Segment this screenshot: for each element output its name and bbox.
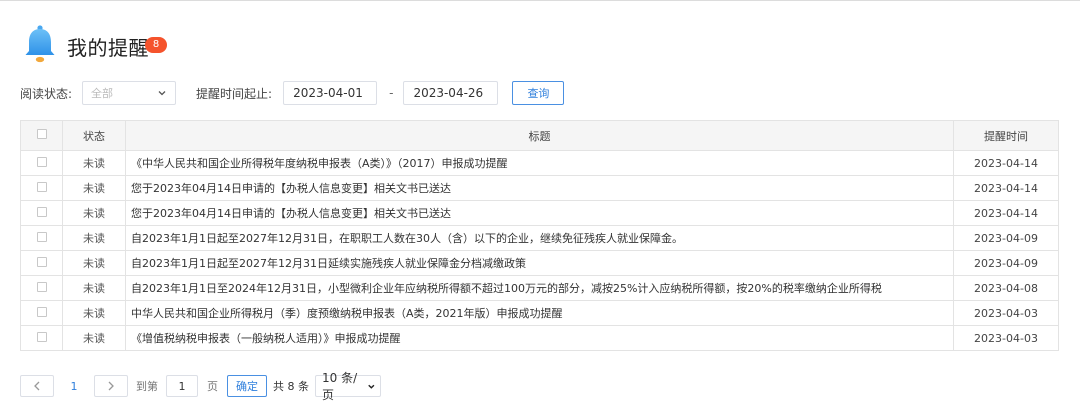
date-to-input[interactable]: 2023-04-26 [403,81,499,105]
total-count: 共 8 条 [273,380,309,393]
row-status: 未读 [62,250,126,276]
read-status-select[interactable]: 全部 [82,81,177,105]
row-title-link[interactable]: 自2023年1月1日至2024年12月31日，小型微利企业年应纳税所得额不超过1… [125,275,954,301]
row-checkbox-cell [20,175,63,201]
table-row: 未读 自2023年1月1日起至2027年12月31日，在职职工人数在30人（含）… [20,225,1059,251]
row-title-link[interactable]: 中华人民共和国企业所得税月（季）度预缴纳税申报表（A类，2021年版）申报成功提… [125,300,954,326]
top-divider [0,0,1080,1]
goto-label: 到第 [136,380,158,393]
row-time: 2023-04-14 [953,175,1059,201]
row-checkbox-cell [20,200,63,226]
row-time: 2023-04-09 [953,250,1059,276]
title-wrap: 我的提醒 8 [67,28,167,60]
table-row: 未读 您于2023年04月14日申请的【办税人信息变更】相关文书已送达 2023… [20,175,1059,201]
table-row: 未读 您于2023年04月14日申请的【办税人信息变更】相关文书已送达 2023… [20,200,1059,226]
row-title-link[interactable]: 自2023年1月1日起至2027年12月31日，在职职工人数在30人（含）以下的… [125,225,954,251]
filter-bar: 阅读状态: 全部 提醒时间起止: 2023-04-01 - 2023-04-26… [20,80,565,106]
row-title-link[interactable]: 您于2023年04月14日申请的【办税人信息变更】相关文书已送达 [125,200,954,226]
row-time: 2023-04-03 [953,325,1059,351]
read-status-value: 全部 [91,87,114,100]
date-range-label: 提醒时间起止: [196,86,273,101]
chevron-down-icon [158,91,166,96]
row-status: 未读 [62,175,126,201]
row-status: 未读 [62,200,126,226]
table-row: 未读 《增值税纳税申报表（一般纳税人适用）》申报成功提醒 2023-04-03 [20,325,1059,351]
current-page[interactable]: 1 [54,380,94,393]
header-checkbox-cell [20,120,63,151]
chevron-right-icon [108,381,114,391]
row-checkbox-cell [20,250,63,276]
column-header-status: 状态 [62,120,126,151]
row-checkbox-cell [20,325,63,351]
row-time: 2023-04-08 [953,275,1059,301]
row-checkbox[interactable] [36,282,47,292]
row-checkbox[interactable] [36,207,47,217]
bell-icon [25,25,55,63]
row-title-link[interactable]: 《增值税纳税申报表（一般纳税人适用）》申报成功提醒 [125,325,954,351]
row-checkbox-cell [20,150,63,176]
chevron-down-icon [368,384,375,389]
row-checkbox[interactable] [36,232,47,242]
table-row: 未读 中华人民共和国企业所得税月（季）度预缴纳税申报表（A类，2021年版）申报… [20,300,1059,326]
page-size-select[interactable]: 10 条/页 [315,371,381,402]
row-title-link[interactable]: 《中华人民共和国企业所得税年度纳税申报表（A类）》（2017）申报成功提醒 [125,150,954,176]
date-from-input[interactable]: 2023-04-01 [283,81,378,105]
row-title-link[interactable]: 自2023年1月1日起至2027年12月31日延续实施残疾人就业保障金分档减缴政… [125,250,954,276]
row-checkbox[interactable] [36,307,47,317]
unread-count-badge: 8 [145,37,167,53]
chevron-left-icon [34,381,40,391]
row-status: 未读 [62,275,126,301]
row-time: 2023-04-14 [953,200,1059,226]
next-page-button[interactable] [94,375,128,397]
row-time: 2023-04-14 [953,150,1059,176]
row-time: 2023-04-03 [953,300,1059,326]
row-checkbox[interactable] [36,332,47,342]
select-all-checkbox[interactable] [36,128,47,139]
prev-page-button[interactable] [20,375,54,397]
table-row: 未读 《中华人民共和国企业所得税年度纳税申报表（A类）》（2017）申报成功提醒… [20,150,1059,176]
row-checkbox-cell [20,300,63,326]
page-title: 我的提醒 [67,36,149,60]
row-status: 未读 [62,150,126,176]
goto-confirm-button[interactable]: 确定 [227,375,267,397]
page-header: 我的提醒 8 [22,22,167,66]
row-checkbox-cell [20,275,63,301]
table-row: 未读 自2023年1月1日至2024年12月31日，小型微利企业年应纳税所得额不… [20,275,1059,301]
query-button[interactable]: 查询 [512,81,565,105]
row-checkbox[interactable] [36,182,47,192]
column-header-time: 提醒时间 [953,120,1059,151]
reminders-table: 状态 标题 提醒时间 未读 《中华人民共和国企业所得税年度纳税申报表（A类）》（… [20,120,1059,351]
goto-page-input[interactable]: 1 [166,375,198,397]
page-unit-label: 页 [207,380,218,393]
row-checkbox-cell [20,225,63,251]
row-status: 未读 [62,325,126,351]
row-checkbox[interactable] [36,157,47,167]
row-status: 未读 [62,225,126,251]
read-status-label: 阅读状态: [20,86,73,101]
pagination: 1 到第 1 页 确定 共 8 条 10 条/页 [20,371,381,402]
row-time: 2023-04-09 [953,225,1059,251]
row-checkbox[interactable] [36,257,47,267]
table-header-row: 状态 标题 提醒时间 [20,120,1059,151]
date-separator: - [389,86,394,100]
table-row: 未读 自2023年1月1日起至2027年12月31日延续实施残疾人就业保障金分档… [20,250,1059,276]
row-status: 未读 [62,300,126,326]
column-header-title: 标题 [125,120,954,151]
row-title-link[interactable]: 您于2023年04月14日申请的【办税人信息变更】相关文书已送达 [125,175,954,201]
page-size-value: 10 条/页 [322,371,358,402]
